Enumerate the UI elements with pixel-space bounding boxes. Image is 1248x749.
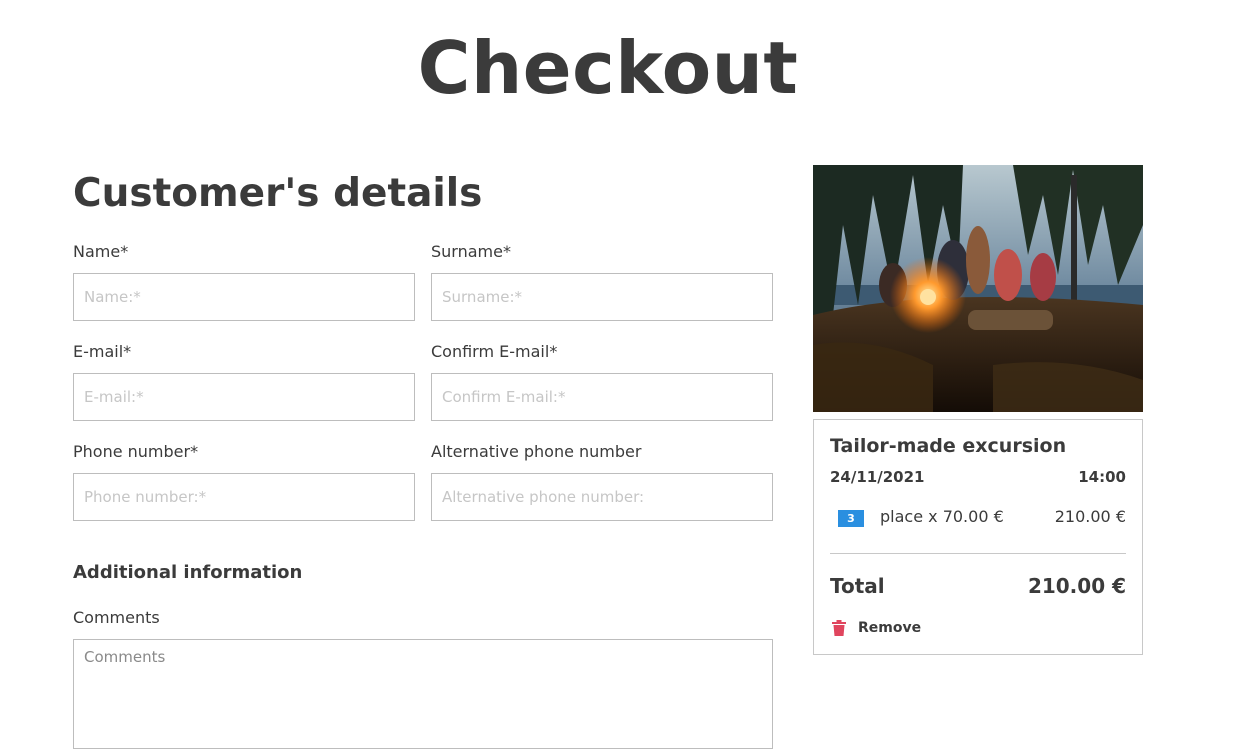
excursion-image [813,165,1143,412]
remove-label: Remove [858,620,922,636]
quantity-badge: 3 [838,510,864,527]
cart-line-price: 210.00 € [1054,507,1126,526]
cart-item-date: 24/11/2021 [830,468,925,486]
cart-summary: Tailor-made excursion 24/11/2021 14:00 3… [813,419,1143,655]
confirm-email-label: Confirm E-mail* [431,342,558,361]
phone-input[interactable] [73,473,415,521]
alt-phone-label: Alternative phone number [431,442,642,461]
email-label: E-mail* [73,342,132,361]
name-label: Name* [73,242,129,261]
additional-info-heading: Additional information [73,562,303,583]
cart-item-time: 14:00 [1078,468,1126,486]
confirm-email-input[interactable] [431,373,773,421]
alt-phone-input[interactable] [431,473,773,521]
total-value: 210.00 € [1027,574,1126,598]
email-input[interactable] [73,373,415,421]
phone-label: Phone number* [73,442,199,461]
cart-item-title: Tailor-made excursion [830,435,1067,457]
comments-textarea[interactable] [73,639,773,749]
cart-line-description: place x 70.00 € [880,507,1004,526]
trash-icon [832,620,846,636]
surname-label: Surname* [431,242,511,261]
name-input[interactable] [73,273,415,321]
comments-label: Comments [73,608,160,627]
customer-details-heading: Customer's details [73,171,483,216]
cart-divider [830,553,1126,554]
total-label: Total [830,574,885,598]
page-title: Checkout [417,26,799,110]
surname-input[interactable] [431,273,773,321]
remove-button[interactable]: Remove [832,618,921,638]
